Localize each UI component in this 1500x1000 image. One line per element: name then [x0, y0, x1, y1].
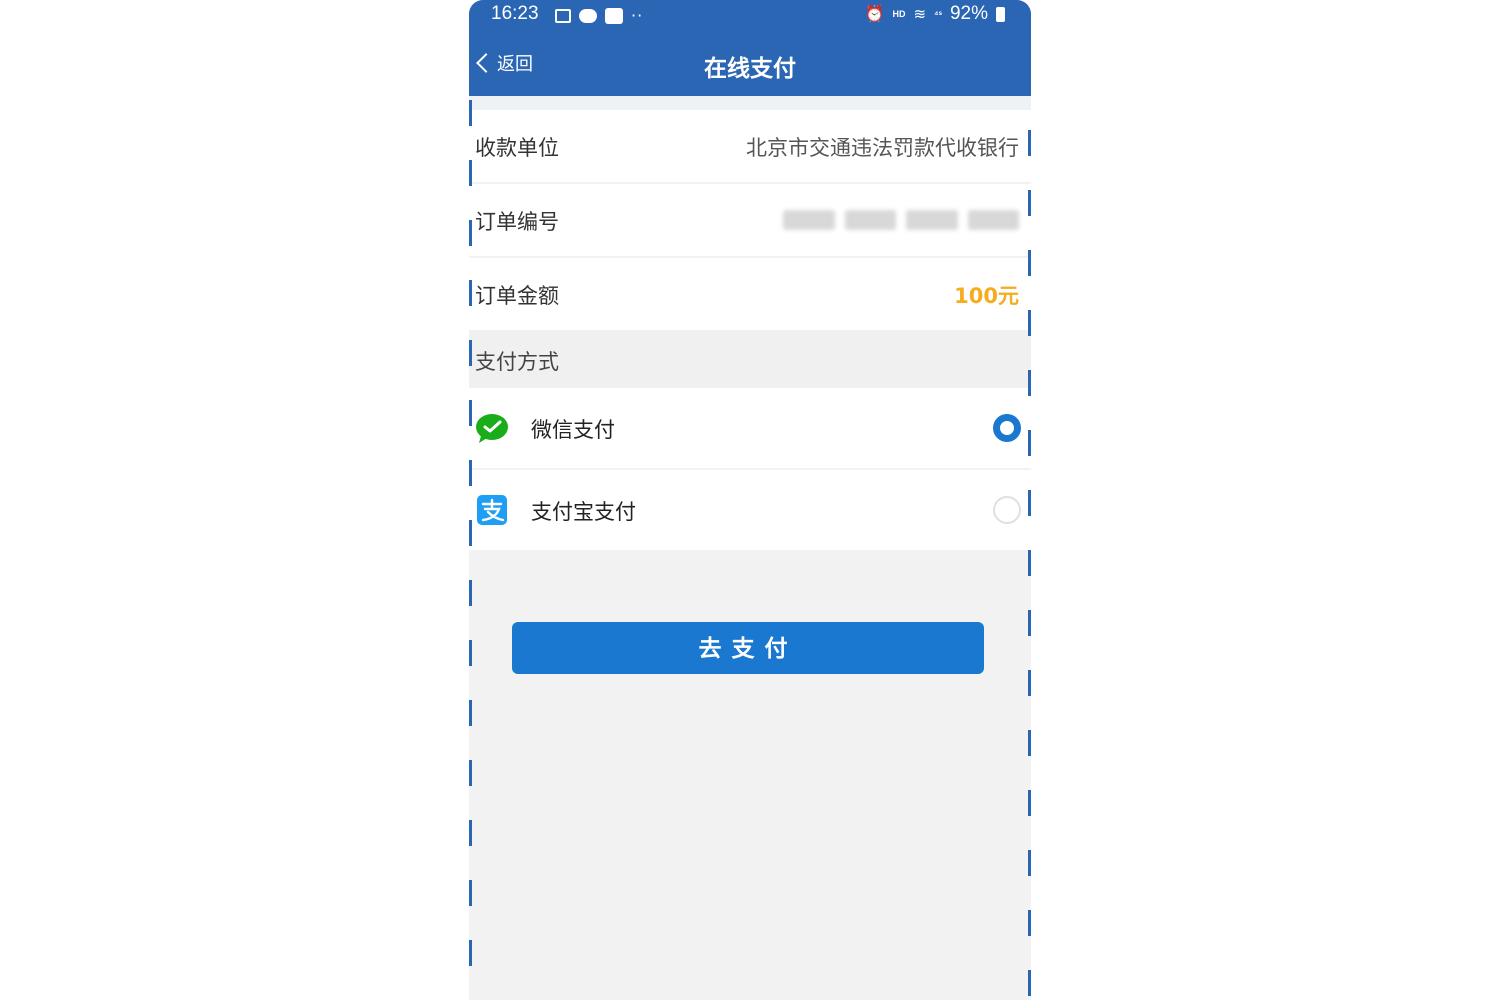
payee-row: 收款单位 北京市交通违法罚款代收银行	[469, 110, 1031, 182]
battery-percent: 92%	[949, 3, 988, 24]
payee-label: 收款单位	[475, 136, 559, 160]
notification-icons: ··	[555, 6, 643, 25]
payment-option-wechat[interactable]: 微信支付	[469, 388, 1031, 468]
signal-icon: ⁴ˢ	[934, 9, 942, 19]
alipay-icon	[477, 495, 507, 525]
left-dashed-border	[469, 100, 472, 1000]
battery-icon	[996, 6, 1005, 22]
wechat-notification-icon	[579, 8, 597, 23]
right-dashed-border	[1028, 100, 1031, 1000]
go-pay-button[interactable]: 去支付	[512, 622, 984, 674]
payment-method-header: 支付方式	[469, 330, 1031, 388]
order-number-value-redacted	[783, 210, 1019, 230]
order-number-label: 订单编号	[475, 210, 559, 234]
nav-bar: 返回 在线支付	[469, 40, 1031, 90]
wifi-icon: ≋	[913, 6, 927, 23]
header-bar: 16:23 ·· ⏰ HD ≋ ⁴ˢ 92% 返回 在线支付	[469, 0, 1031, 96]
payment-option-alipay[interactable]: 支付宝支付	[469, 470, 1031, 550]
payment-option-label: 微信支付	[531, 418, 615, 442]
order-amount-label: 订单金额	[475, 284, 559, 308]
alarm-icon: ⏰	[864, 6, 885, 23]
more-notifications-icon: ··	[631, 6, 644, 25]
payee-value: 北京市交通违法罚款代收银行	[746, 136, 1019, 160]
order-amount-value: 100元	[954, 284, 1019, 308]
wechat-icon	[476, 414, 508, 443]
status-time: 16:23	[491, 3, 539, 24]
header-gap	[469, 96, 1031, 110]
app-notification-icon	[605, 7, 623, 24]
order-number-row: 订单编号	[469, 184, 1031, 256]
page-title: 在线支付	[704, 56, 796, 82]
phone-screen: 16:23 ·· ⏰ HD ≋ ⁴ˢ 92% 返回 在线支付 收款单位 北京市交…	[469, 0, 1031, 1000]
gallery-icon	[555, 8, 571, 23]
payment-method-label: 支付方式	[475, 350, 559, 374]
order-amount-row: 订单金额 100元	[469, 258, 1031, 330]
payment-option-label: 支付宝支付	[531, 500, 636, 524]
system-icons: ⏰ HD ≋ ⁴ˢ 92%	[865, 3, 1005, 25]
hd-icon: HD	[892, 9, 906, 19]
status-bar: 16:23 ·· ⏰ HD ≋ ⁴ˢ 92%	[469, 0, 1031, 32]
radio-selected[interactable]	[993, 414, 1021, 442]
radio-unselected[interactable]	[993, 496, 1021, 524]
